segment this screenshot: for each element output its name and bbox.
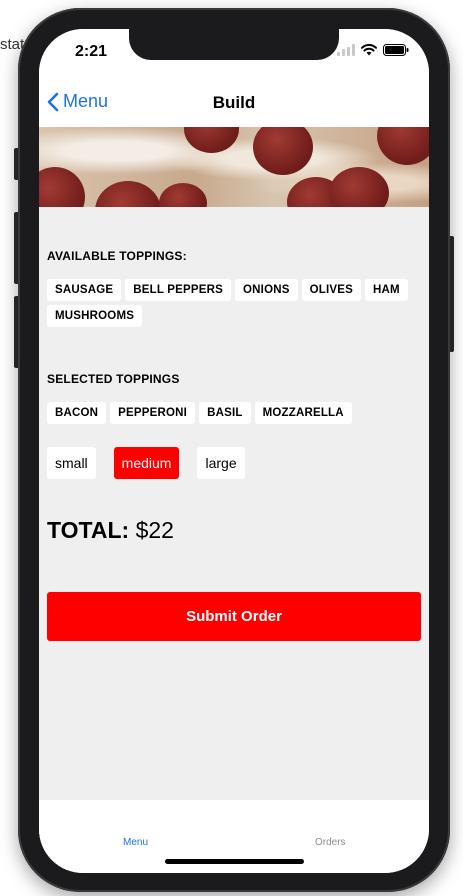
pepperoni-slice [329,167,389,207]
page-title: Build [212,93,256,112]
submit-order-button[interactable]: Submit Order [47,592,421,641]
pepperoni-slice [95,181,161,207]
selected-toppings-title: SELECTED TOPPINGS [47,372,180,386]
tab-bar: Menu Orders [39,800,429,873]
size-selector: small medium large [47,447,245,479]
topping-chip-bell-peppers[interactable]: BELL PEPPERS [125,279,232,301]
size-button-small[interactable]: small [47,447,96,479]
topping-chip-olives[interactable]: OLIVES [301,279,361,301]
status-icons [337,44,409,56]
tab-menu[interactable]: Menu [123,837,148,848]
size-button-large[interactable]: large [197,447,245,479]
total-value: $22 [135,517,174,543]
stage: stat 2:21 Menu Build AVAILABLE TOPPINGS:… [0,0,463,896]
size-button-medium[interactable]: medium [113,447,180,479]
topping-chip-ham[interactable]: HAM [365,279,408,301]
order-total: TOTAL: $22 [47,517,174,544]
pizza-image [39,127,429,207]
topping-chip-sausage[interactable]: SAUSAGE [47,279,122,301]
pepperoni-slice [39,167,85,207]
selected-chip-pepperoni[interactable]: PEPPERONI [110,402,196,424]
selected-chip-basil[interactable]: BASIL [199,402,251,424]
wifi-icon [361,44,377,56]
pepperoni-slice [377,127,429,165]
signal-icon [337,44,355,56]
pepperoni-slice [253,127,313,175]
notch [129,29,339,60]
home-indicator [165,859,304,864]
selected-toppings-list: BACON PEPPERONI BASIL MOZZARELLA [47,402,427,424]
pepperoni-slice [159,183,207,207]
topping-chip-onions[interactable]: ONIONS [235,279,298,301]
available-toppings-list: SAUSAGE BELL PEPPERS ONIONS OLIVES HAM M… [47,279,427,327]
available-toppings-title: AVAILABLE TOPPINGS: [47,249,187,263]
topping-chip-mushrooms[interactable]: MUSHROOMS [47,305,143,327]
status-time: 2:21 [75,43,108,60]
phone-frame: 2:21 Menu Build AVAILABLE TOPPINGS: SAUS… [18,8,450,892]
pepperoni-slice [184,127,239,153]
total-label: TOTAL: [47,517,130,543]
tab-orders[interactable]: Orders [315,837,346,848]
screen: 2:21 Menu Build AVAILABLE TOPPINGS: SAUS… [39,29,429,873]
battery-icon [383,44,409,56]
navigation-bar: Menu Build [39,77,429,127]
selected-chip-mozzarella[interactable]: MOZZARELLA [254,402,352,424]
selected-chip-bacon[interactable]: BACON [47,402,107,424]
